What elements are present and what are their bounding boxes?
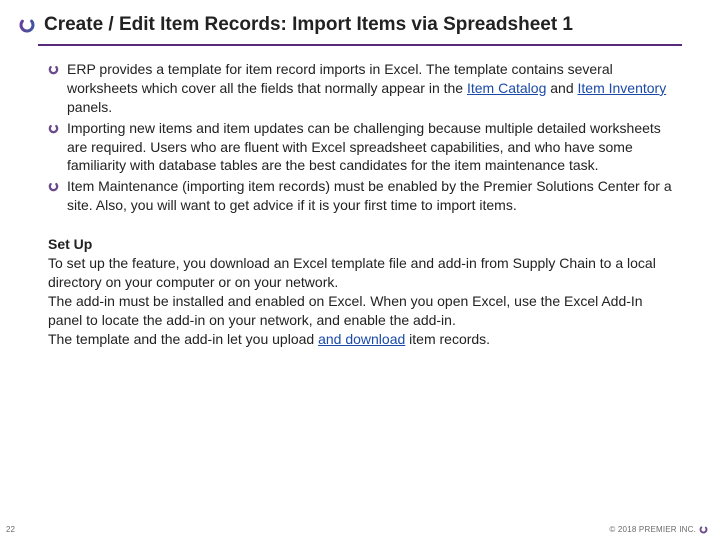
bullet-text: Item Maintenance (importing item records… <box>67 177 676 215</box>
page-number: 22 <box>6 525 15 534</box>
list-item: ERP provides a template for item record … <box>48 60 676 117</box>
slide-body: ERP provides a template for item record … <box>0 52 720 354</box>
item-catalog-link[interactable]: Item Catalog <box>467 80 546 96</box>
text-fragment: item records. <box>405 331 490 347</box>
text-fragment: and <box>546 80 577 96</box>
setup-paragraph: To set up the feature, you download an E… <box>48 254 676 292</box>
slide-footer: 22 © 2018 PREMIER INC. <box>0 525 714 534</box>
bullet-ring-icon <box>48 123 59 134</box>
setup-section: Set Up To set up the feature, you downlo… <box>48 235 676 348</box>
bullet-ring-icon <box>48 181 59 192</box>
slide-header: Create / Edit Item Records: Import Items… <box>0 0 720 44</box>
setup-paragraph: The add-in must be installed and enabled… <box>48 292 676 330</box>
setup-paragraph: The template and the add-in let you uplo… <box>48 330 676 349</box>
bullet-list: ERP provides a template for item record … <box>48 60 676 215</box>
setup-heading: Set Up <box>48 235 676 254</box>
page-title: Create / Edit Item Records: Import Items… <box>44 14 573 36</box>
bullet-text: Importing new items and item updates can… <box>67 119 676 176</box>
item-inventory-link[interactable]: Item Inventory <box>578 80 667 96</box>
bullet-ring-icon <box>48 64 59 75</box>
list-item: Importing new items and item updates can… <box>48 119 676 176</box>
header-separator <box>38 44 682 46</box>
text-fragment: The template and the add-in let you uplo… <box>48 331 318 347</box>
copyright-label: © 2018 PREMIER INC. <box>609 525 696 534</box>
download-link[interactable]: and download <box>318 331 405 347</box>
logo-ring-icon <box>18 16 36 34</box>
list-item: Item Maintenance (importing item records… <box>48 177 676 215</box>
copyright-text: © 2018 PREMIER INC. <box>609 525 708 534</box>
text-fragment: panels. <box>67 99 112 115</box>
bullet-text: ERP provides a template for item record … <box>67 60 676 117</box>
footer-logo-icon <box>699 525 708 534</box>
